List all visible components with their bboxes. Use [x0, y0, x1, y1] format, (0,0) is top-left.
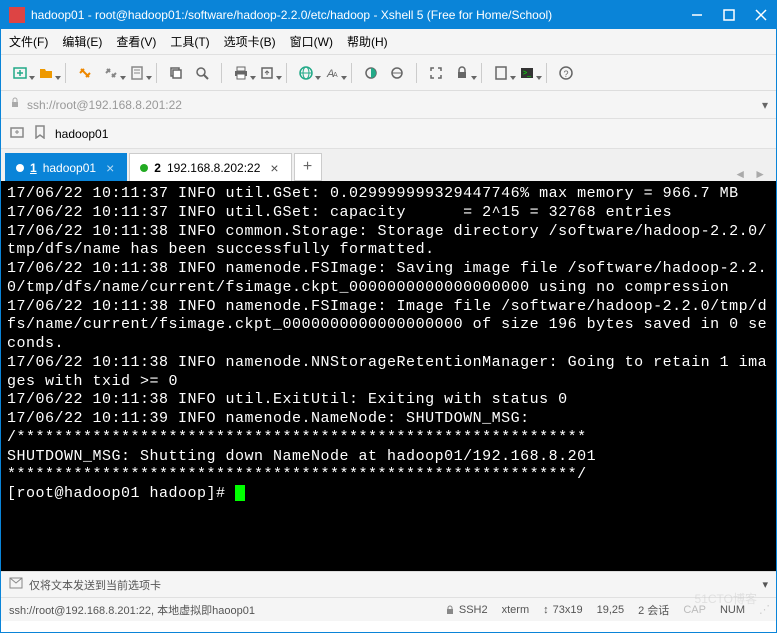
- script-button[interactable]: [490, 62, 512, 84]
- session-name[interactable]: hadoop01: [55, 127, 108, 141]
- new-session-button[interactable]: [9, 62, 31, 84]
- window-title: hadoop01 - root@hadoop01:/software/hadoo…: [31, 8, 690, 22]
- tab-close-icon[interactable]: ×: [106, 160, 114, 176]
- font-button[interactable]: AA: [321, 62, 343, 84]
- separator: [416, 63, 417, 83]
- tab-nav: ◄ ►: [734, 167, 772, 181]
- tab-label: hadoop01: [43, 161, 96, 175]
- resize-grip-icon[interactable]: ⋰: [759, 603, 768, 616]
- separator: [65, 63, 66, 83]
- print-button[interactable]: [230, 62, 252, 84]
- separator: [351, 63, 352, 83]
- maximize-button[interactable]: [722, 8, 736, 22]
- tab-number: 2: [154, 161, 161, 175]
- term-type-status: xterm: [502, 604, 530, 616]
- copy-button[interactable]: [165, 62, 187, 84]
- input-bar: 仅将文本发送到当前选项卡 ▾: [1, 571, 776, 597]
- close-button[interactable]: [754, 8, 768, 22]
- cursor: [235, 485, 245, 501]
- svg-text:>_: >_: [523, 70, 531, 77]
- tab-number: 1: [30, 161, 37, 175]
- send-mode-label[interactable]: 仅将文本发送到当前选项卡: [29, 577, 161, 593]
- connection-status-icon: [140, 164, 148, 172]
- address-dropdown-icon[interactable]: ▾: [762, 98, 768, 112]
- find-button[interactable]: [191, 62, 213, 84]
- menu-tools[interactable]: 工具(T): [170, 33, 209, 50]
- menu-window[interactable]: 窗口(W): [290, 33, 333, 50]
- tab-label: 192.168.8.202:22: [167, 161, 260, 175]
- tab-prev-icon[interactable]: ◄: [734, 167, 746, 181]
- title-bar: hadoop01 - root@hadoop01:/software/hadoo…: [1, 1, 776, 29]
- separator: [546, 63, 547, 83]
- term-size-status: ↕ 73x19: [543, 604, 582, 616]
- menu-tab[interactable]: 选项卡(B): [224, 33, 276, 50]
- connection-status-icon: [16, 164, 24, 172]
- num-status: NUM: [720, 604, 745, 616]
- address-bar[interactable]: ssh://root@192.168.8.201:22 ▾: [1, 91, 776, 119]
- tab-2[interactable]: 2 192.168.8.202:22 ×: [129, 153, 291, 181]
- new-tab-icon[interactable]: [9, 124, 25, 143]
- properties-button[interactable]: [126, 62, 148, 84]
- svg-text:A: A: [333, 72, 338, 79]
- window-controls: [690, 8, 768, 22]
- add-tab-button[interactable]: +: [294, 153, 322, 181]
- command-button[interactable]: >_: [516, 62, 538, 84]
- menu-file[interactable]: 文件(F): [9, 33, 48, 50]
- minimize-button[interactable]: [690, 8, 704, 22]
- reconnect-button[interactable]: [74, 62, 96, 84]
- terminal[interactable]: 17/06/22 10:11:37 INFO util.GSet: 0.0299…: [1, 181, 776, 571]
- status-bar: ssh://root@192.168.8.201:22, 本地虚拟即haoop0…: [1, 597, 776, 621]
- menu-view[interactable]: 查看(V): [116, 33, 156, 50]
- send-dropdown-icon[interactable]: ▾: [762, 578, 768, 591]
- svg-text:?: ?: [564, 69, 569, 79]
- tab-bar: 1 hadoop01 × 2 192.168.8.202:22 × + ◄ ►: [1, 149, 776, 181]
- menu-help[interactable]: 帮助(H): [347, 33, 388, 50]
- tab-close-icon[interactable]: ×: [270, 160, 278, 176]
- menu-bar: 文件(F) 编辑(E) 查看(V) 工具(T) 选项卡(B) 窗口(W) 帮助(…: [1, 29, 776, 55]
- disconnect-button[interactable]: [100, 62, 122, 84]
- tab-next-icon[interactable]: ►: [754, 167, 766, 181]
- fullscreen-button[interactable]: [425, 62, 447, 84]
- color-button[interactable]: [360, 62, 382, 84]
- app-icon: [9, 7, 25, 23]
- session-count-status: 2 会话: [638, 602, 669, 618]
- toolbar: AA >_ ?: [1, 55, 776, 91]
- cursor-pos-status: 19,25: [597, 604, 625, 616]
- separator: [481, 63, 482, 83]
- help-button[interactable]: ?: [555, 62, 577, 84]
- separator: [156, 63, 157, 83]
- protocol-status: SSH2: [445, 604, 488, 616]
- menu-edit[interactable]: 编辑(E): [62, 33, 102, 50]
- web-button[interactable]: [295, 62, 317, 84]
- tab-1[interactable]: 1 hadoop01 ×: [5, 153, 127, 181]
- connection-info: ssh://root@192.168.8.201:22, 本地虚拟即haoop0…: [9, 602, 255, 618]
- session-bar: hadoop01: [1, 119, 776, 149]
- separator: [221, 63, 222, 83]
- transfer-button[interactable]: [256, 62, 278, 84]
- address-text: ssh://root@192.168.8.201:22: [27, 98, 182, 112]
- lock-button[interactable]: [451, 62, 473, 84]
- send-icon[interactable]: [9, 576, 23, 593]
- lock-icon: [9, 97, 21, 112]
- separator: [286, 63, 287, 83]
- encoding-button[interactable]: [386, 62, 408, 84]
- caps-status: CAP: [683, 604, 706, 616]
- open-button[interactable]: [35, 62, 57, 84]
- bookmark-icon[interactable]: [33, 125, 47, 142]
